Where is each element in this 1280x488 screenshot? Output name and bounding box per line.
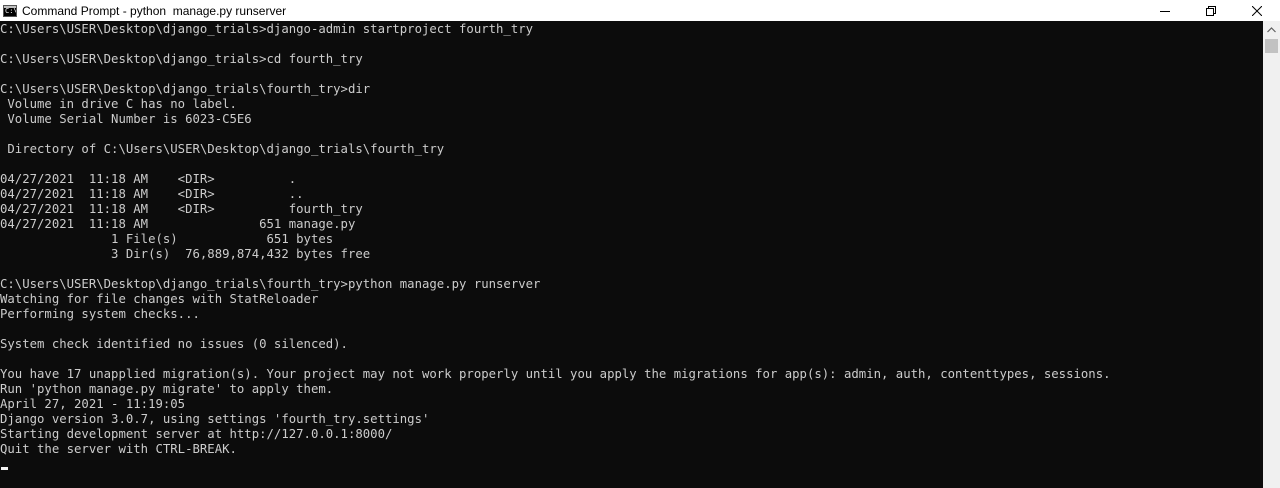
console-line: Performing system checks... xyxy=(0,307,200,321)
console-line: You have 17 unapplied migration(s). Your… xyxy=(0,367,1111,381)
console-line: April 27, 2021 - 11:19:05 xyxy=(0,397,186,411)
console-line: 3 Dir(s) 76,889,874,432 bytes free xyxy=(0,247,371,261)
restore-icon xyxy=(1206,5,1216,16)
console-line: System check identified no issues (0 sil… xyxy=(0,337,348,351)
console-line: C:\Users\USER\Desktop\django_trials\four… xyxy=(0,277,541,291)
console-line: 1 File(s) 651 bytes xyxy=(0,232,334,246)
console-output[interactable]: C:\Users\USER\Desktop\django_trials>djan… xyxy=(0,21,1263,488)
text-cursor xyxy=(1,467,8,470)
console-line: 04/27/2021 11:18 AM <DIR> .. xyxy=(0,187,304,201)
close-icon xyxy=(1252,5,1262,16)
title-bar[interactable]: C:\ Command Prompt - python manage.py ru… xyxy=(0,0,1280,21)
console-line: Volume in drive C has no label. xyxy=(0,97,237,111)
console-line: Django version 3.0.7, using settings 'fo… xyxy=(0,412,430,426)
console-line: Watching for file changes with StatReloa… xyxy=(0,292,319,306)
restore-button[interactable] xyxy=(1188,0,1234,21)
scroll-up-button[interactable] xyxy=(1263,21,1280,38)
console-line: Directory of C:\Users\USER\Desktop\djang… xyxy=(0,142,445,156)
console-line: C:\Users\USER\Desktop\django_trials>djan… xyxy=(0,22,534,36)
window-controls xyxy=(1142,0,1280,21)
scrollbar-thumb[interactable] xyxy=(1265,39,1278,53)
console-line: C:\Users\USER\Desktop\django_trials>cd f… xyxy=(0,52,363,66)
console-line: Quit the server with CTRL-BREAK. xyxy=(0,442,237,456)
console-text: C:\Users\USER\Desktop\django_trials>djan… xyxy=(0,22,1111,457)
minimize-button[interactable] xyxy=(1142,0,1188,21)
close-button[interactable] xyxy=(1234,0,1280,21)
console-line: Volume Serial Number is 6023-C5E6 xyxy=(0,112,252,126)
console-line: C:\Users\USER\Desktop\django_trials\four… xyxy=(0,82,371,96)
console-line: 04/27/2021 11:18 AM <DIR> fourth_try xyxy=(0,202,363,216)
console-line: Run 'python manage.py migrate' to apply … xyxy=(0,382,334,396)
console-line: 04/27/2021 11:18 AM <DIR> . xyxy=(0,172,297,186)
window-title: Command Prompt - python manage.py runser… xyxy=(22,3,287,18)
command-prompt-window: C:\ Command Prompt - python manage.py ru… xyxy=(0,0,1280,488)
command-prompt-icon[interactable]: C:\ xyxy=(3,4,17,17)
minimize-icon xyxy=(1160,10,1170,12)
console-line: 04/27/2021 11:18 AM 651 manage.py xyxy=(0,217,356,231)
chevron-up-icon xyxy=(1267,26,1276,32)
vertical-scrollbar[interactable] xyxy=(1263,21,1280,488)
console-line: Starting development server at http://12… xyxy=(0,427,393,441)
